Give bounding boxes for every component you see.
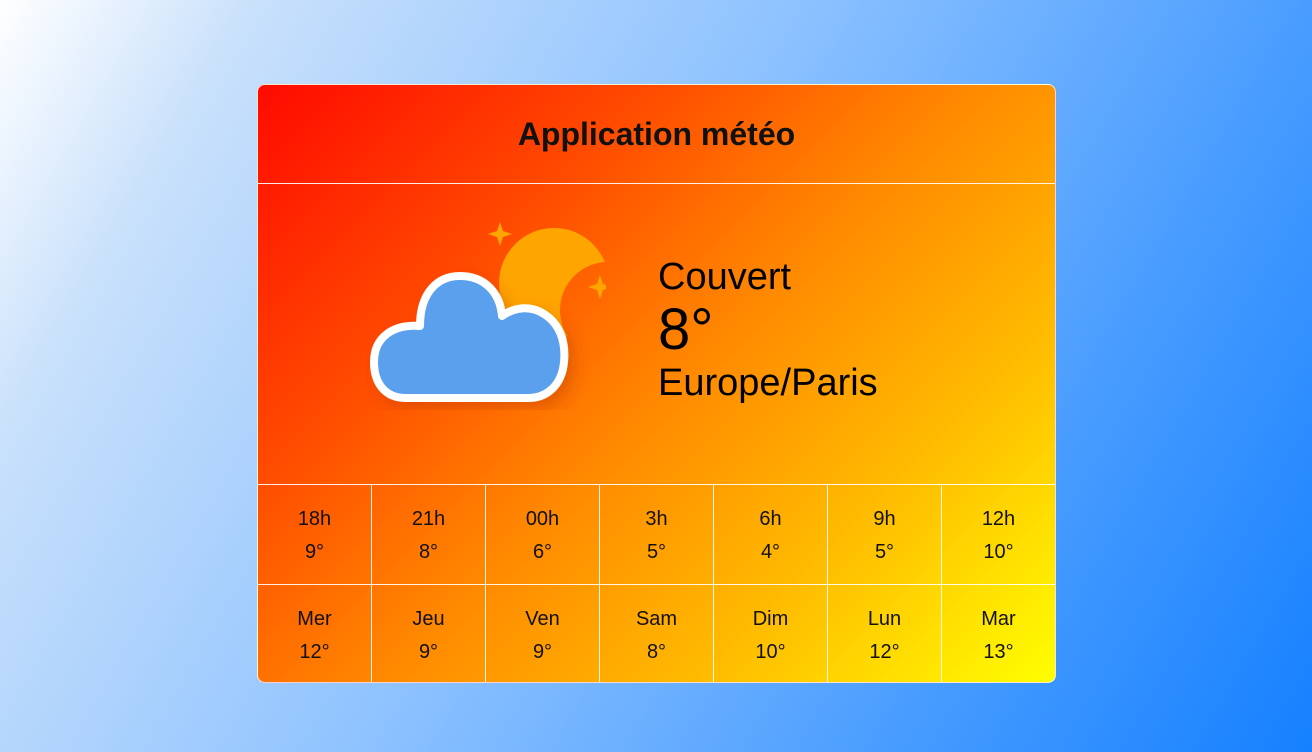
daily-forecast: Mer 12° Jeu 9° Ven 9° Sam 8° Dim 10° Lun… (258, 585, 1055, 682)
day-temperature: 13° (983, 641, 1014, 663)
hourly-item: 18h 9° (258, 485, 372, 584)
location-name: Europe/Paris (658, 362, 878, 404)
hour-label: 21h (411, 508, 446, 530)
day-temperature: 9° (532, 641, 553, 663)
day-label: Mar (981, 608, 1016, 630)
hour-temperature: 6° (532, 541, 553, 563)
hourly-item: 00h 6° (486, 485, 600, 584)
weather-card: Application météo Couvert 8° Europe/Pari… (257, 84, 1056, 683)
hourly-item: 6h 4° (714, 485, 828, 584)
hour-label: 9h (873, 508, 896, 530)
daily-item: Jeu 9° (372, 585, 486, 682)
hourly-item: 9h 5° (828, 485, 942, 584)
daily-item: Lun 12° (828, 585, 942, 682)
day-label: Dim (752, 608, 789, 630)
app-title: Application météo (517, 115, 796, 152)
hour-temperature: 5° (646, 541, 667, 563)
cloud-moon-icon (370, 222, 606, 402)
hour-temperature: 4° (760, 541, 781, 563)
day-label: Ven (525, 608, 560, 630)
hourly-item: 21h 8° (372, 485, 486, 584)
day-label: Lun (867, 608, 902, 630)
day-label: Jeu (412, 608, 445, 630)
hour-label: 00h (525, 508, 560, 530)
daily-item: Ven 9° (486, 585, 600, 682)
daily-item: Mer 12° (258, 585, 372, 682)
weather-condition: Couvert (658, 256, 792, 298)
day-temperature: 9° (418, 641, 439, 663)
hour-label: 12h (981, 508, 1016, 530)
daily-item: Mar 13° (942, 585, 1055, 682)
hour-label: 3h (645, 508, 668, 530)
day-temperature: 12° (869, 641, 900, 663)
hour-temperature: 8° (418, 541, 439, 563)
day-temperature: 10° (755, 641, 786, 663)
day-temperature: 12° (299, 641, 330, 663)
daily-item: Dim 10° (714, 585, 828, 682)
daily-item: Sam 8° (600, 585, 714, 682)
day-label: Mer (297, 608, 332, 630)
day-temperature: 8° (646, 641, 667, 663)
current-temperature: 8° (658, 297, 714, 362)
hour-label: 6h (759, 508, 782, 530)
hour-temperature: 5° (874, 541, 895, 563)
hour-temperature: 10° (983, 541, 1014, 563)
hour-temperature: 9° (304, 541, 325, 563)
hourly-item: 12h 10° (942, 485, 1055, 584)
day-label: Sam (635, 608, 678, 630)
app-header: Application météo (258, 85, 1055, 184)
hour-label: 18h (297, 508, 332, 530)
current-weather: Couvert 8° Europe/Paris (258, 184, 1055, 485)
hourly-forecast: 18h 9° 21h 8° 00h 6° 3h 5° 6h 4° 9h 5° 1… (258, 485, 1055, 585)
hourly-item: 3h 5° (600, 485, 714, 584)
current-info: Couvert 8° Europe/Paris (658, 256, 878, 404)
